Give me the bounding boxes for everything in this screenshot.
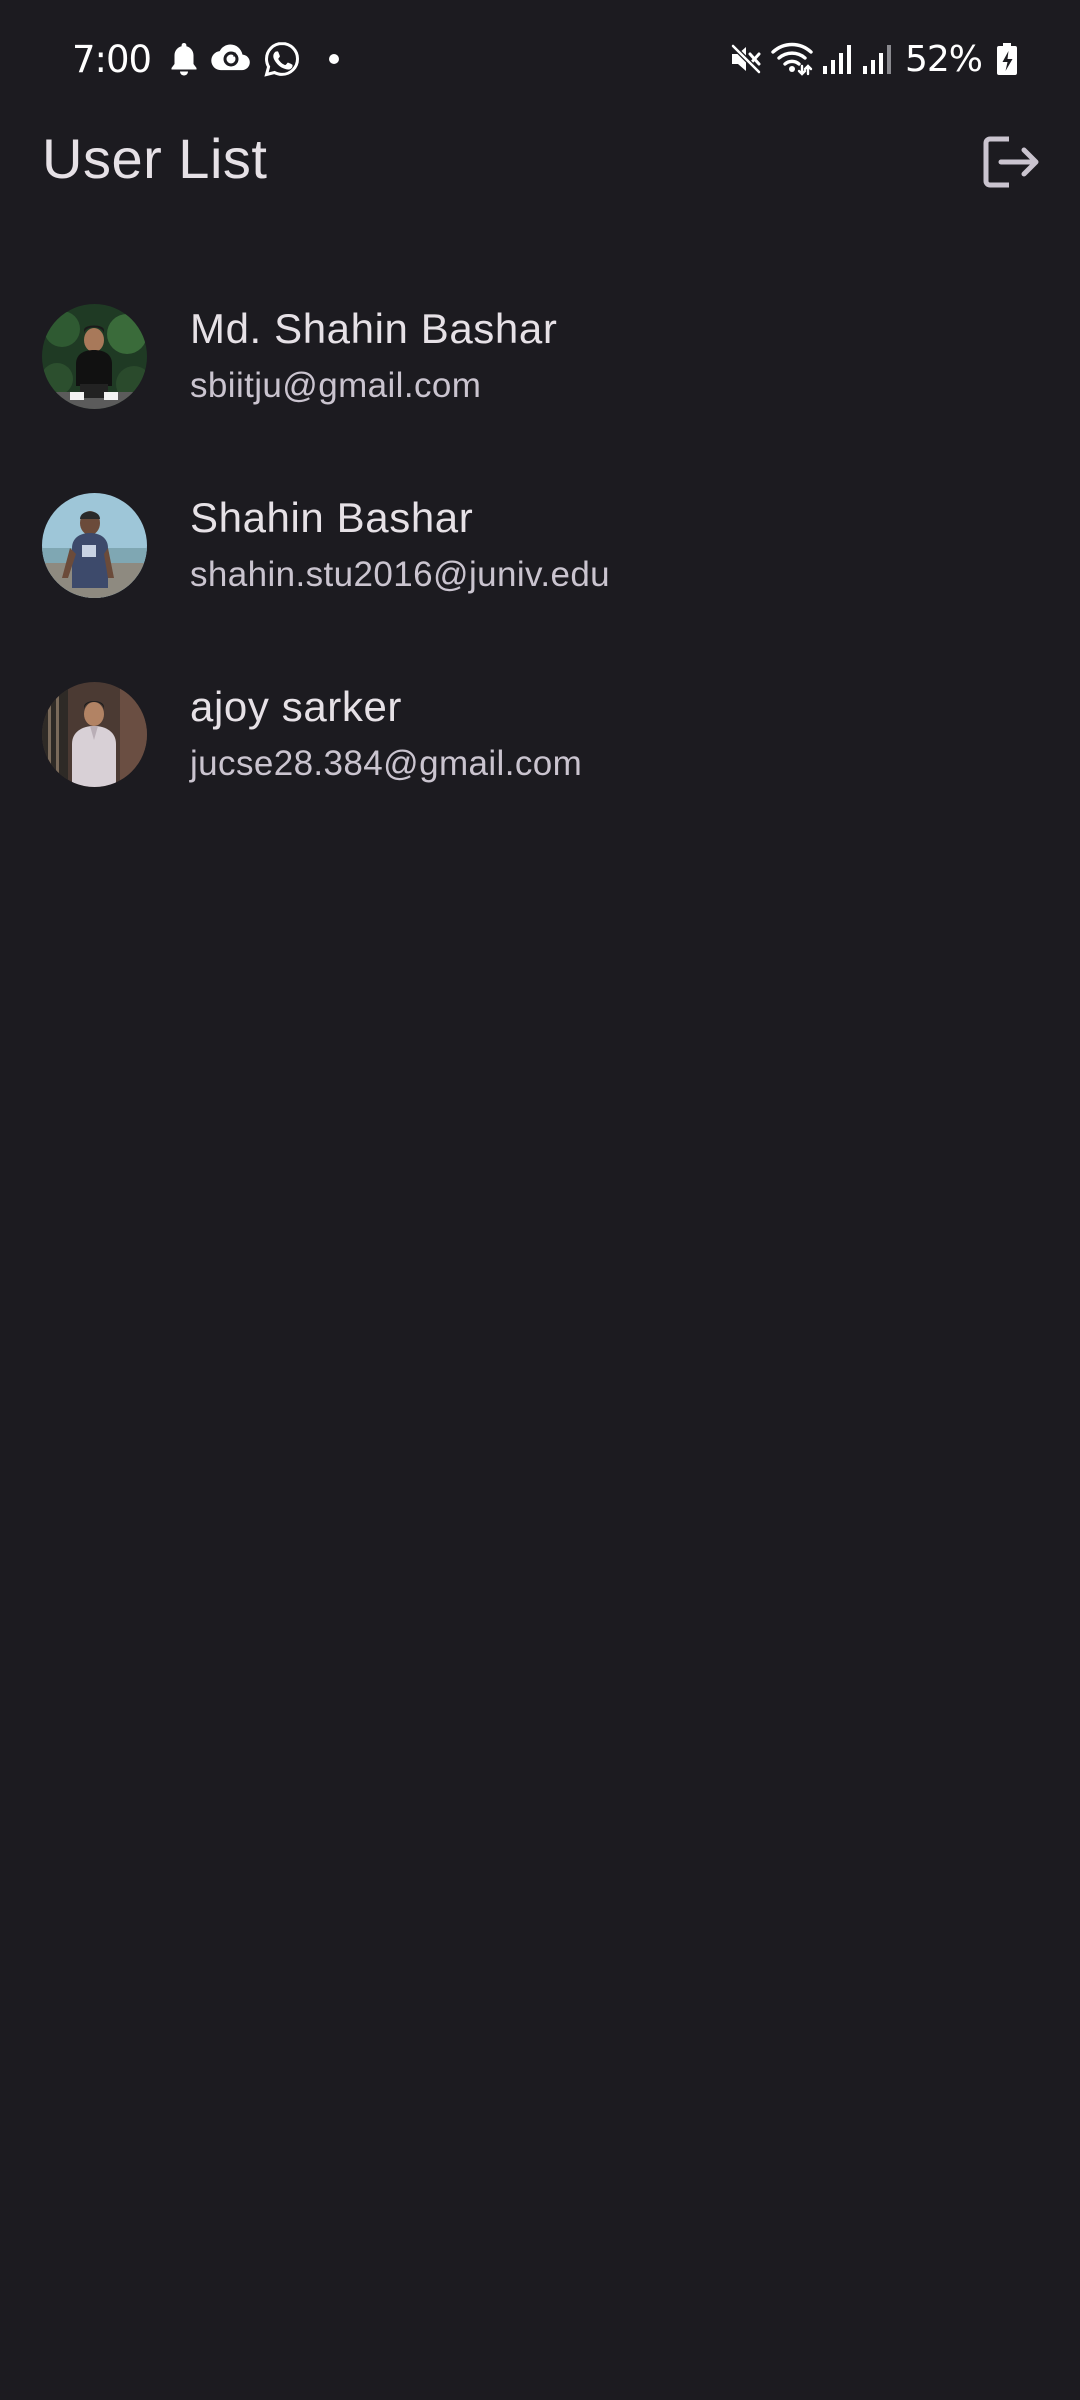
list-item[interactable]: Shahin Bashar shahin.stu2016@juniv.edu — [0, 451, 1080, 640]
user-name: ajoy sarker — [190, 682, 403, 730]
user-text: ajoy sarker jucse28.384@gmail.com — [190, 680, 582, 790]
whatsapp-icon — [263, 40, 301, 78]
mute-icon — [729, 42, 763, 76]
list-item[interactable]: Md. Shahin Bashar sbiitju@gmail.com — [0, 262, 1080, 451]
user-email: shahin.stu2016@juniv.edu — [190, 554, 611, 594]
user-name: Shahin Bashar — [190, 493, 474, 541]
signal-icon — [821, 42, 853, 76]
page-title: User List — [42, 127, 268, 190]
status-bar-right: 52% — [721, 39, 1018, 80]
user-text: Shahin Bashar shahin.stu2016@juniv.edu — [190, 491, 610, 601]
screen: 7:00 52% User List Md. Shahin Bashar sbi… — [0, 0, 1080, 2400]
user-email: sbiitju@gmail.com — [190, 365, 482, 405]
wifi-icon — [771, 42, 813, 76]
user-name: Md. Shahin Bashar — [190, 304, 558, 352]
avatar — [42, 493, 147, 598]
status-bar-left: 7:00 — [72, 37, 340, 81]
cloud-sync-icon — [211, 42, 251, 76]
notification-dot — [329, 54, 340, 64]
user-email: jucse28.384@gmail.com — [190, 743, 583, 783]
user-text: Md. Shahin Bashar sbiitju@gmail.com — [190, 302, 557, 412]
logout-icon — [983, 136, 1039, 188]
status-bar: 7:00 52% — [0, 0, 1080, 118]
battery-charging-icon — [996, 42, 1018, 76]
signal-icon — [861, 42, 893, 76]
status-time: 7:00 — [72, 37, 152, 81]
avatar — [42, 304, 147, 409]
avatar — [42, 682, 147, 787]
battery-percent: 52% — [904, 38, 983, 80]
logout-button[interactable] — [974, 124, 1050, 200]
app-bar: User List — [0, 118, 1080, 202]
list-item[interactable]: ajoy sarker jucse28.384@gmail.com — [0, 640, 1080, 829]
bell-icon — [169, 41, 199, 77]
user-list: Md. Shahin Bashar sbiitju@gmail.com Shah… — [0, 262, 1080, 829]
